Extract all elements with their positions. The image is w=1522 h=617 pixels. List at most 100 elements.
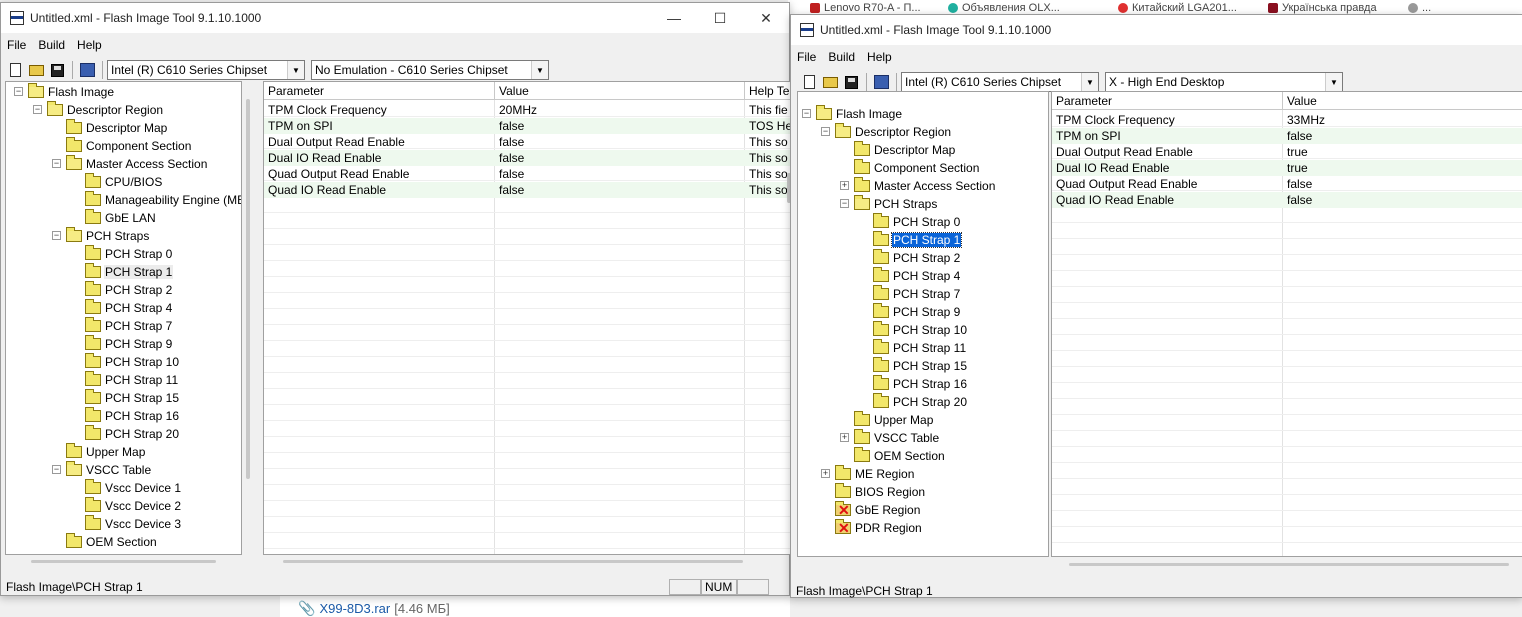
- tree-node[interactable]: PCH Strap 9: [85, 335, 173, 353]
- tree-node[interactable]: Descriptor Region: [835, 123, 952, 141]
- tree-node[interactable]: Descriptor Region: [47, 101, 164, 119]
- tree-node[interactable]: Master Access Section: [66, 155, 208, 173]
- menu-file[interactable]: File: [791, 50, 822, 64]
- minimize-button[interactable]: —: [651, 3, 697, 33]
- browser-tab[interactable]: Українська правда: [1268, 2, 1377, 14]
- browser-tab[interactable]: Китайский LGA201...: [1118, 2, 1237, 14]
- menu-help[interactable]: Help: [861, 50, 898, 64]
- tree-node[interactable]: PCH Straps: [854, 195, 938, 213]
- table-row[interactable]: TPM Clock Frequency 20MHz This fie: [264, 102, 790, 118]
- tree-node[interactable]: PCH Strap 9: [873, 303, 961, 321]
- parameter-grid[interactable]: Parameter Value Help Te TPM Clock Frequency…: [263, 81, 791, 555]
- column-header[interactable]: Value: [495, 82, 745, 100]
- expand-icon[interactable]: +: [821, 469, 830, 478]
- close-button[interactable]: ✕: [743, 3, 789, 33]
- tree-node[interactable]: OEM Section: [66, 533, 158, 551]
- menu-file[interactable]: File: [1, 38, 32, 52]
- tree-node[interactable]: VSCC Table: [66, 461, 152, 479]
- grid-horizontal-scrollbar[interactable]: [283, 560, 743, 563]
- table-row[interactable]: TPM on SPI false: [1052, 128, 1522, 144]
- tree-node[interactable]: ME Region: [835, 465, 915, 483]
- tree-node[interactable]: PCH Strap 1: [85, 263, 174, 281]
- tree-node[interactable]: Vscc Device 3: [85, 515, 182, 533]
- value-cell[interactable]: false: [495, 182, 745, 198]
- tree-node[interactable]: Upper Map: [66, 443, 146, 461]
- attachment-link[interactable]: X99-8D3.rar: [319, 601, 390, 616]
- chipset-select[interactable]: Intel (R) C610 Series Chipset ▼: [901, 72, 1099, 92]
- tree-node[interactable]: GbE Region: [835, 501, 921, 519]
- chevron-down-icon[interactable]: ▼: [1325, 73, 1342, 91]
- build-button[interactable]: [871, 72, 892, 92]
- tree-node[interactable]: PCH Strap 11: [85, 371, 179, 389]
- tree-node[interactable]: PCH Strap 0: [873, 213, 961, 231]
- table-row[interactable]: Quad Output Read Enable false This so: [264, 166, 790, 182]
- tree-node[interactable]: PCH Strap 20: [85, 425, 180, 443]
- tree-node[interactable]: CPU/BIOS: [85, 173, 163, 191]
- value-cell[interactable]: false: [495, 166, 745, 182]
- tree-node[interactable]: PCH Straps: [66, 227, 150, 245]
- collapse-icon[interactable]: −: [840, 199, 849, 208]
- tree-node[interactable]: PCH Strap 20: [873, 393, 968, 411]
- tree-node[interactable]: PCH Strap 7: [85, 317, 173, 335]
- tree-node[interactable]: GbE LAN: [85, 209, 157, 227]
- tree-node[interactable]: PCH Strap 15: [873, 357, 968, 375]
- collapse-icon[interactable]: −: [802, 109, 811, 118]
- build-button[interactable]: [77, 60, 98, 80]
- collapse-icon[interactable]: −: [14, 87, 23, 96]
- tree-vertical-scrollbar[interactable]: [246, 99, 250, 479]
- chevron-down-icon[interactable]: ▼: [287, 61, 304, 79]
- browser-tab[interactable]: Lenovo R70-A - П...: [810, 2, 921, 14]
- left-title-bar[interactable]: Untitled.xml - Flash Image Tool 9.1.10.1…: [1, 3, 789, 33]
- collapse-icon[interactable]: −: [52, 159, 61, 168]
- tree-node[interactable]: VSCC Table: [854, 429, 940, 447]
- tree-view[interactable]: − Flash Image − Descriptor Region Descriptor…: [797, 91, 1049, 557]
- browser-tab[interactable]: ...: [1408, 2, 1431, 14]
- tree-node[interactable]: Master Access Section: [854, 177, 996, 195]
- tree-node[interactable]: PCH Strap 2: [85, 281, 173, 299]
- tree-node[interactable]: Component Section: [66, 137, 192, 155]
- chipset-select[interactable]: Intel (R) C610 Series Chipset ▼: [107, 60, 305, 80]
- tree-node[interactable]: PCH Strap 15: [85, 389, 180, 407]
- tree-node[interactable]: Flash Image: [28, 83, 115, 101]
- table-row[interactable]: Dual Output Read Enable false This so: [264, 134, 790, 150]
- grid-horizontal-scrollbar[interactable]: [1069, 563, 1509, 566]
- menu-build[interactable]: Build: [822, 50, 861, 64]
- tree-node[interactable]: PCH Strap 16: [85, 407, 180, 425]
- menu-build[interactable]: Build: [32, 38, 71, 52]
- attachment[interactable]: 📎 X99-8D3.rar [4.46 МБ]: [298, 600, 450, 617]
- save-button[interactable]: [47, 60, 68, 80]
- chevron-down-icon[interactable]: ▼: [1081, 73, 1098, 91]
- open-button[interactable]: [26, 60, 47, 80]
- new-button[interactable]: [799, 72, 820, 92]
- emulation-select[interactable]: No Emulation - C610 Series Chipset ▼: [311, 60, 549, 80]
- new-button[interactable]: [5, 60, 26, 80]
- tree-node[interactable]: OEM Section: [854, 447, 946, 465]
- collapse-icon[interactable]: −: [52, 231, 61, 240]
- tree-node[interactable]: PCH Strap 2: [873, 249, 961, 267]
- tree-node[interactable]: PDR Region: [835, 519, 923, 537]
- table-row[interactable]: Quad IO Read Enable false: [1052, 192, 1522, 208]
- value-cell[interactable]: true: [1283, 160, 1522, 176]
- tree-node[interactable]: Descriptor Map: [66, 119, 168, 137]
- expand-icon[interactable]: +: [840, 433, 849, 442]
- chevron-down-icon[interactable]: ▼: [531, 61, 548, 79]
- collapse-icon[interactable]: −: [52, 465, 61, 474]
- tree-view[interactable]: − Flash Image − Descriptor Region Descriptor…: [5, 81, 242, 555]
- column-header[interactable]: Help Te: [745, 82, 790, 100]
- collapse-icon[interactable]: −: [821, 127, 830, 136]
- column-header[interactable]: Parameter: [264, 82, 495, 100]
- table-row[interactable]: Quad Output Read Enable false: [1052, 176, 1522, 192]
- tree-node[interactable]: Component Section: [854, 159, 980, 177]
- tree-node[interactable]: PCH Strap 10: [873, 321, 968, 339]
- tree-node[interactable]: PCH Strap 0: [85, 245, 173, 263]
- menu-help[interactable]: Help: [71, 38, 108, 52]
- open-button[interactable]: [820, 72, 841, 92]
- tree-horizontal-scrollbar[interactable]: [31, 560, 216, 563]
- value-cell[interactable]: false: [1283, 192, 1522, 208]
- tree-node[interactable]: PCH Strap 7: [873, 285, 961, 303]
- save-button[interactable]: [841, 72, 862, 92]
- value-cell[interactable]: false: [495, 134, 745, 150]
- value-cell[interactable]: true: [1283, 144, 1522, 160]
- tree-node[interactable]: Vscc Device 2: [85, 497, 182, 515]
- value-cell[interactable]: false: [1283, 128, 1522, 144]
